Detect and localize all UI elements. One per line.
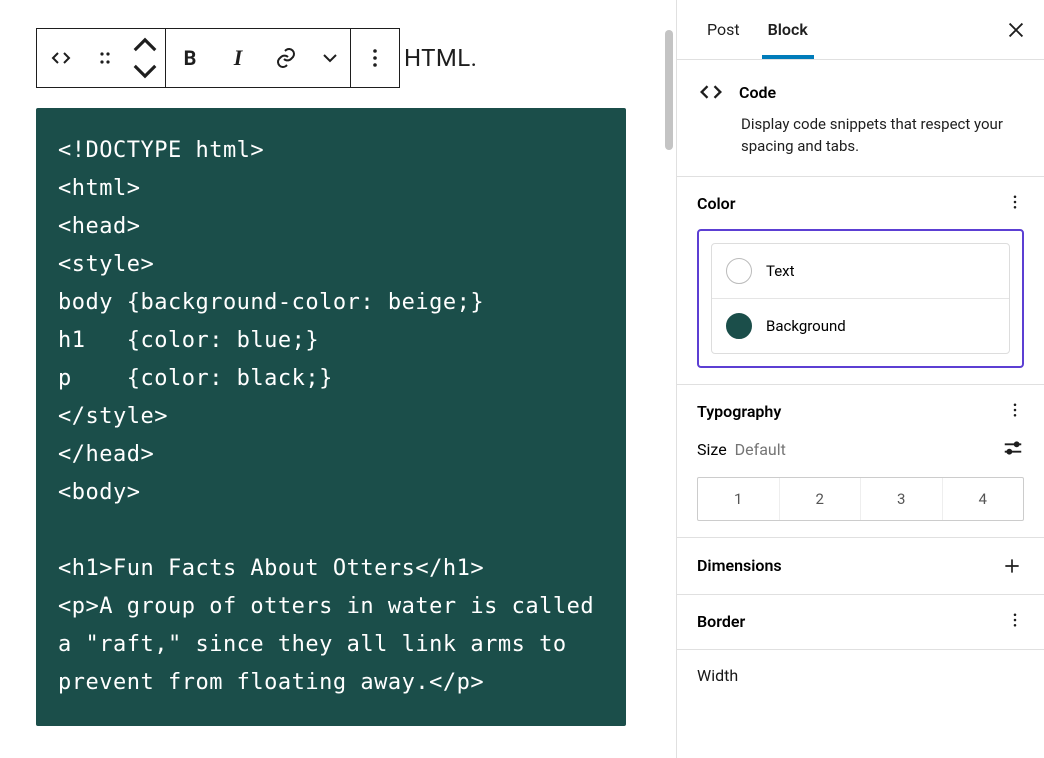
background-color-swatch [726,313,752,339]
width-panel: Width [677,650,1044,685]
font-size-option[interactable]: 3 [860,478,942,520]
plus-icon [1002,556,1022,576]
block-name: Code [739,83,776,102]
color-row-background[interactable]: Background [712,298,1009,353]
more-rich-text-button[interactable] [310,29,350,87]
text-color-swatch [726,258,752,284]
font-size-option[interactable]: 1 [698,478,779,520]
tab-post[interactable]: Post [693,0,754,59]
block-type-icon[interactable] [37,29,85,87]
border-panel-options[interactable] [1006,611,1024,633]
panel-title-dimensions: Dimensions [697,556,782,575]
border-panel[interactable]: Border [677,595,1044,650]
panel-title-typography: Typography [697,402,781,421]
font-size-segments: 1 2 3 4 [697,477,1024,521]
code-icon [697,78,725,106]
block-description: Display code snippets that respect your … [697,114,1024,158]
custom-size-toggle[interactable] [1002,437,1024,463]
typography-panel-options[interactable] [1006,401,1024,423]
block-toolbar: B I HTML. [36,28,626,88]
size-default-label: Default [735,440,786,459]
font-size-option[interactable]: 4 [942,478,1024,520]
drag-handle-icon[interactable] [85,29,125,87]
dimensions-panel[interactable]: Dimensions [677,538,1044,595]
settings-sidebar: Post Block Code Display code snippets th… [676,0,1044,758]
panel-title-border: Border [697,612,745,631]
color-row-label: Background [766,317,846,335]
scrollbar-thumb[interactable] [665,30,673,150]
add-dimensions-button[interactable] [1000,554,1024,578]
font-size-option[interactable]: 2 [779,478,861,520]
color-row-label: Text [766,262,795,280]
options-button[interactable] [351,29,399,87]
scrollbar-track[interactable] [662,0,676,758]
chevron-up-icon [133,33,157,57]
close-icon [1005,19,1027,41]
move-handle[interactable] [125,29,165,87]
editor-canvas: B I HTML. <!DOCTYPE html> <html> <head> … [0,0,662,758]
close-sidebar-button[interactable] [996,10,1036,50]
kebab-icon [1006,193,1024,211]
block-description-panel: Code Display code snippets that respect … [677,60,1044,177]
sliders-icon [1002,437,1024,459]
kebab-icon [1006,611,1024,629]
color-row-text[interactable]: Text [712,244,1009,298]
panel-title-color: Color [697,194,735,213]
chevron-down-icon [133,59,157,83]
size-label: Size [697,440,727,459]
color-panel-options[interactable] [1006,193,1024,215]
color-panel: Color Text Background [677,177,1044,385]
code-block-content[interactable]: <!DOCTYPE html> <html> <head> <style> bo… [36,108,626,726]
kebab-icon [1006,401,1024,419]
tab-block[interactable]: Block [754,0,822,59]
panel-title-width: Width [697,666,738,685]
bold-button[interactable]: B [166,29,214,87]
inline-html-label: HTML. [404,44,477,72]
link-button[interactable] [262,29,310,87]
italic-button[interactable]: I [214,29,262,87]
typography-panel: Typography Size Default 1 2 3 4 [677,385,1044,538]
